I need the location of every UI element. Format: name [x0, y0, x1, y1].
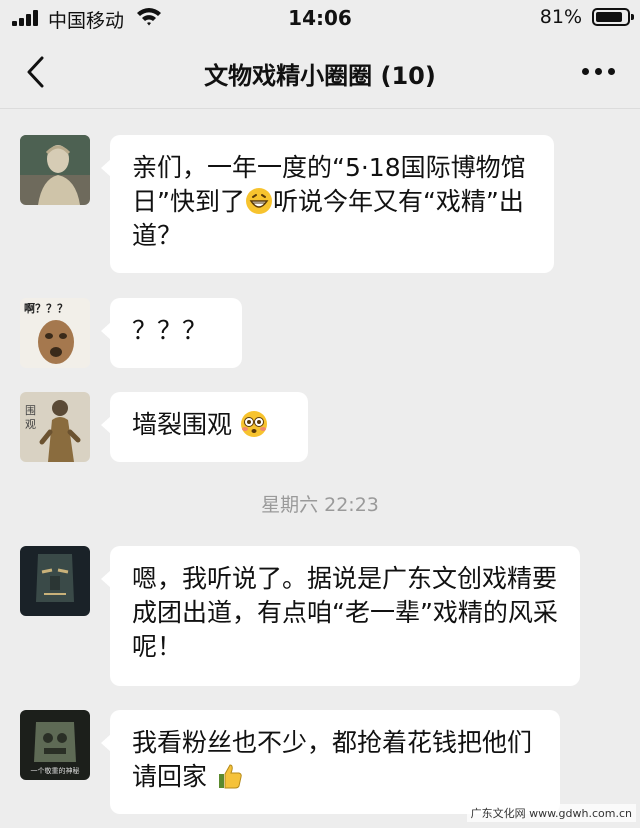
grinning-face-icon — [245, 188, 272, 214]
message-text: ？？？ — [132, 316, 208, 345]
message-bubble: 我看粉丝也不少，都抢着花钱把他们请回家 — [101, 710, 560, 814]
chat-header: 文物戏精小圈圈 (10) — [0, 36, 640, 108]
status-bar: 中国移动 14:06 81% — [0, 0, 640, 36]
thumbs-up-icon — [218, 764, 242, 789]
flushed-face-icon — [240, 411, 267, 437]
battery-icon — [592, 8, 634, 26]
watermark: 广东文化网 www.gdwh.com.cn — [466, 804, 636, 822]
message-bubble: ？？？ — [101, 298, 242, 368]
chat-timestamp: 星期六 22:23 — [261, 494, 379, 516]
message-bubble: 嗯，我听说了。据说是广东文创戏精要成团出道，有点咱“老一辈”戏精的风采呢！ — [101, 546, 580, 686]
header-divider — [0, 108, 640, 109]
avatar[interactable] — [20, 546, 90, 616]
bronze-mask-avatar-icon — [36, 554, 74, 602]
message-text: 我看粉丝也不少，都抢着花钱把他们请回家 — [132, 728, 533, 791]
avatar-caption: 一个敬重的神秘 — [30, 767, 80, 775]
message-bubble: 墙裂围观 — [101, 392, 308, 462]
message-bubble: 亲们，一年一度的“5·18国际博物馆日”快到了 听说今年又有“戏精”出道？ — [101, 135, 554, 273]
battery-percent: 81% — [539, 6, 582, 28]
statue-avatar-icon — [20, 135, 90, 205]
message-text: 墙裂围观 — [132, 410, 233, 439]
avatar[interactable]: 啊？？？ — [20, 298, 90, 368]
chat-title: 文物戏精小圈圈 (10) — [204, 62, 436, 90]
more-options-icon[interactable] — [582, 68, 616, 78]
avatar-caption: 啊？？？ — [24, 302, 68, 315]
avatar[interactable] — [20, 135, 90, 205]
message-text: 嗯，我听说了。据说是广东文创戏精要成团出道，有点咱“老一辈”戏精的风采呢！ — [132, 564, 558, 661]
avatar[interactable]: 围观 — [20, 392, 90, 462]
avatar-caption: 围观 — [25, 404, 36, 431]
avatar[interactable]: 一个敬重的神秘 — [20, 710, 90, 780]
